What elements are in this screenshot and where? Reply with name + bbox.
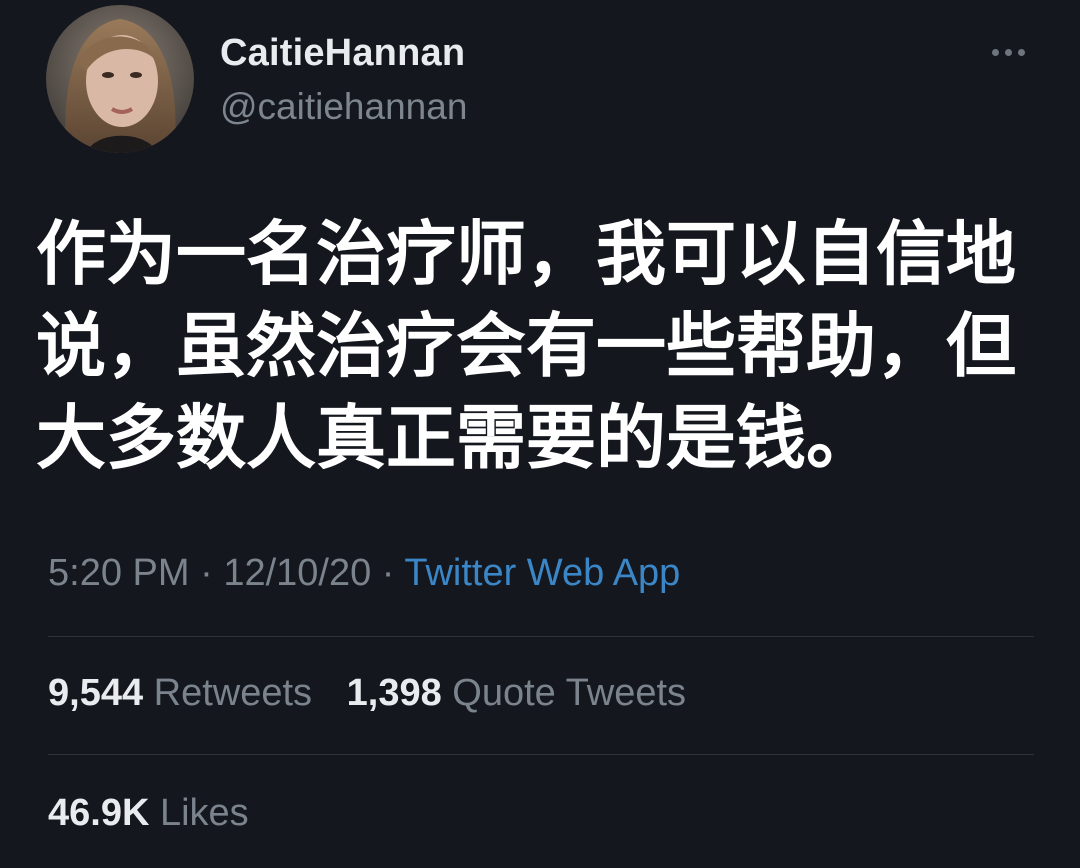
- more-horizontal-icon: [991, 48, 999, 56]
- meta-separator: ·: [371, 552, 405, 594]
- retweets-label: Retweets: [153, 672, 313, 714]
- more-horizontal-icon: [1004, 48, 1012, 56]
- profile-photo-icon: [46, 5, 194, 153]
- quote-tweets-stat[interactable]: 1,398 Quote Tweets: [347, 672, 686, 715]
- user-handle[interactable]: @caitiehannan: [220, 86, 467, 128]
- engagement-stats-row: 9,544 Retweets 1,398 Quote Tweets: [48, 672, 710, 715]
- tweet-date[interactable]: 12/10/20: [223, 552, 371, 594]
- tweet-metadata: 5:20 PM · 12/10/20 · Twitter Web App: [48, 552, 680, 595]
- divider: [48, 636, 1034, 637]
- display-name[interactable]: CaitieHannan: [220, 32, 465, 75]
- retweets-stat[interactable]: 9,544 Retweets: [48, 672, 312, 715]
- tweet-source-link[interactable]: Twitter Web App: [404, 552, 680, 594]
- likes-label: Likes: [159, 792, 249, 834]
- tweet-card: CaitieHannan @caitiehannan 作为一名治疗师，我可以自信…: [0, 0, 1080, 868]
- retweets-count: 9,544: [48, 672, 144, 714]
- likes-stats-row: 46.9K Likes: [48, 792, 273, 835]
- avatar[interactable]: [46, 5, 194, 153]
- quote-tweets-count: 1,398: [346, 672, 442, 714]
- tweet-time[interactable]: 5:20 PM: [48, 552, 190, 594]
- quote-tweets-label: Quote Tweets: [452, 672, 687, 714]
- likes-stat[interactable]: 46.9K Likes: [48, 792, 249, 835]
- more-options-button[interactable]: [978, 40, 1038, 64]
- divider: [48, 754, 1034, 755]
- likes-count: 46.9K: [48, 792, 150, 834]
- tweet-text: 作为一名治疗师，我可以自信地说，虽然治疗会有一些帮助，但大多数人真正需要的是钱。: [36, 213, 1016, 479]
- more-horizontal-icon: [1017, 48, 1025, 56]
- meta-separator: ·: [189, 552, 224, 594]
